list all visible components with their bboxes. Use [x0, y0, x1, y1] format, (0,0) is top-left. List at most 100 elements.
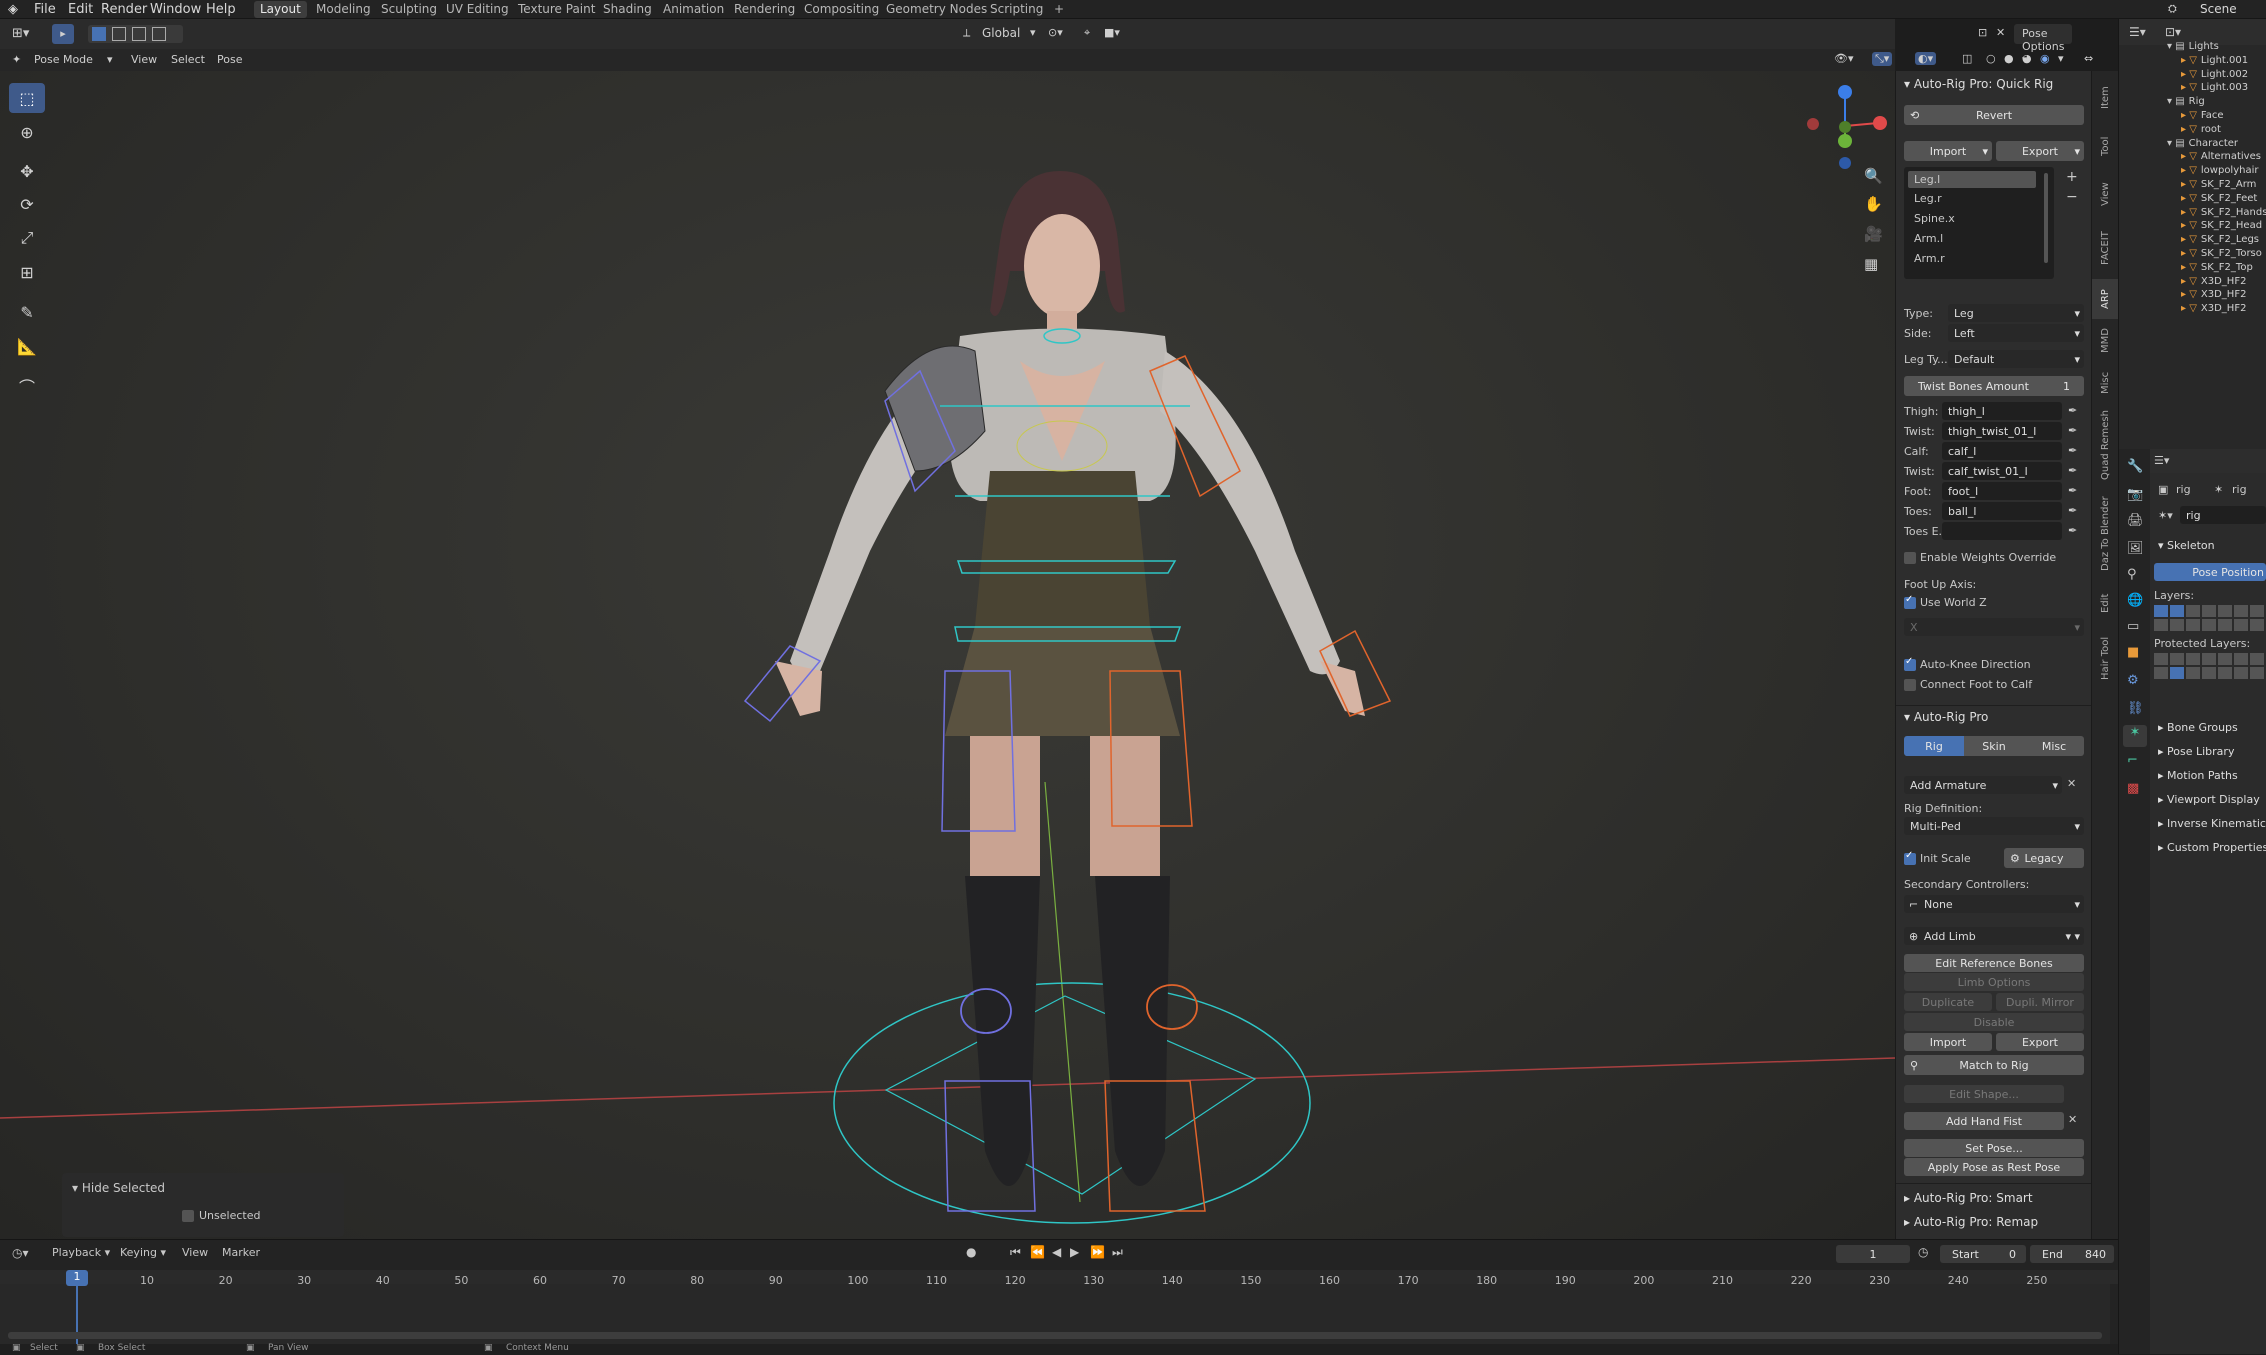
output-properties-icon[interactable]: 🖨: [2127, 513, 2144, 528]
tab-mmd[interactable]: MMD: [2092, 321, 2119, 361]
rig-definition-dropdown[interactable]: Multi-Ped ▾: [1904, 817, 2084, 835]
tab-arp[interactable]: ARP: [2092, 279, 2119, 319]
limb-import-button[interactable]: Import: [1904, 1033, 1992, 1051]
tab-hair-tool[interactable]: Hair Tool: [2092, 625, 2119, 691]
eyedropper-icon[interactable]: ✒: [2068, 504, 2082, 518]
constraint-properties-icon[interactable]: ⛓: [2127, 701, 2144, 716]
subtract-selection-icon[interactable]: [132, 27, 146, 41]
preview-range-icon[interactable]: ◷: [1918, 1245, 1928, 1259]
blender-logo-icon[interactable]: ◈: [8, 2, 18, 17]
outliner-row[interactable]: ▸ ▽ X3D_HF2: [2181, 303, 2246, 316]
duplicate-button[interactable]: Duplicate: [1904, 993, 1992, 1011]
menu-keying[interactable]: Keying ▾: [120, 1246, 166, 1259]
close-icon[interactable]: ✕: [1996, 26, 2005, 39]
jump-end-icon[interactable]: ⏭: [1112, 1245, 1123, 1260]
menu-view[interactable]: View: [131, 53, 157, 66]
gizmo-toggle-icon[interactable]: ⤡▾: [1872, 52, 1893, 66]
pose-library-panel[interactable]: ▸ Pose Library: [2158, 745, 2234, 758]
bone-size-tool-icon[interactable]: ⌒: [9, 371, 45, 401]
limb-list[interactable]: Leg.l Leg.r Spine.x Arm.l Arm.r: [1904, 167, 2054, 279]
eyedropper-icon[interactable]: ✒: [2068, 464, 2082, 478]
outliner-row[interactable]: ▸ ▽ Light.001: [2181, 55, 2248, 68]
bone-groups-panel[interactable]: ▸ Bone Groups: [2158, 721, 2238, 734]
outliner-row[interactable]: ▸ ▽ Alternatives: [2181, 151, 2261, 164]
x-axis-handle[interactable]: [1873, 116, 1887, 130]
play-icon[interactable]: ▶: [1070, 1245, 1079, 1259]
editor-type-icon[interactable]: ☰▾: [2129, 25, 2146, 39]
outliner-row[interactable]: ▸ ▽ SK_F2_Head: [2181, 220, 2262, 233]
limb-options-button[interactable]: Limb Options: [1904, 973, 2084, 991]
toes-end-bone-field[interactable]: [1942, 522, 2062, 540]
xray-icon[interactable]: ◫: [1962, 52, 1972, 65]
tab-sculpting[interactable]: Sculpting: [375, 1, 443, 18]
extend-selection-icon[interactable]: [112, 27, 126, 41]
set-selection-icon[interactable]: [92, 27, 106, 41]
init-scale-checkbox[interactable]: [1904, 850, 1916, 865]
transform-tool-icon[interactable]: ⊞: [9, 257, 45, 287]
outliner-row[interactable]: ▸ ▽ SK_F2_Top: [2181, 262, 2253, 275]
add-hand-fist-button[interactable]: Add Hand Fist: [1904, 1112, 2064, 1130]
tab-view[interactable]: View: [2092, 171, 2119, 217]
menu-edit[interactable]: Edit: [68, 2, 93, 17]
eyedropper-icon[interactable]: ✒: [2068, 484, 2082, 498]
tab-edit[interactable]: Edit: [2092, 583, 2119, 623]
layer-toggle[interactable]: [2170, 667, 2184, 679]
annotate-tool-icon[interactable]: ✎: [9, 297, 45, 327]
menu-view[interactable]: View: [182, 1246, 208, 1259]
editor-type-icon[interactable]: ◷▾: [12, 1246, 29, 1260]
end-frame-field[interactable]: End 840: [2030, 1245, 2114, 1263]
twist-bones-amount-field[interactable]: Twist Bones Amount 1: [1904, 376, 2084, 396]
selection-modes-group[interactable]: [88, 25, 183, 43]
tool-properties-icon[interactable]: 🔧: [2127, 459, 2143, 474]
list-item[interactable]: Leg.r: [1914, 192, 1942, 205]
navigation-gizmo[interactable]: [1800, 81, 1890, 171]
editor-type-icon[interactable]: ⊞▾: [12, 26, 29, 41]
outliner-row[interactable]: ▸ ▽ Face: [2181, 110, 2224, 123]
invert-selection-icon[interactable]: [152, 27, 166, 41]
menu-marker[interactable]: Marker: [222, 1246, 260, 1259]
outliner-row[interactable]: ▾ ▤ Lights: [2167, 41, 2219, 54]
collection-properties-icon[interactable]: ▭: [2127, 619, 2139, 634]
outliner-row[interactable]: ▸ ▽ X3D_HF2: [2181, 276, 2246, 289]
grid-icon[interactable]: ▦: [1864, 255, 1878, 273]
connect-foot-checkbox[interactable]: [1904, 679, 1916, 691]
playhead[interactable]: 1: [66, 1270, 88, 1286]
tab-misc-side[interactable]: Misc: [2092, 363, 2119, 403]
layer-toggles[interactable]: [2154, 619, 2266, 631]
tab-texture-paint[interactable]: Texture Paint: [512, 1, 601, 18]
record-icon[interactable]: ●: [966, 1245, 976, 1259]
protected-layers-grid[interactable]: [2154, 653, 2266, 679]
neg-y-axis-handle[interactable]: [1839, 121, 1851, 133]
next-keyframe-icon[interactable]: ⏩: [1090, 1245, 1105, 1259]
secondary-controllers-dropdown[interactable]: ⌐ None ▾: [1904, 895, 2084, 913]
3d-viewport[interactable]: ⬚ ⊕ ✥ ⟳ ⤢ ⊞ ✎ 📐 ⌒ 🔍 ✋ 🎥 ▦ ▾ Hide Selecte…: [0, 71, 1895, 1239]
texture-properties-icon[interactable]: ▩: [2127, 781, 2139, 796]
visibility-icon[interactable]: 👁▾: [1834, 52, 1854, 65]
menu-file[interactable]: File: [34, 2, 56, 17]
edit-shape-button[interactable]: Edit Shape...: [1904, 1085, 2064, 1103]
add-item-icon[interactable]: +: [2066, 169, 2078, 185]
snap-icon[interactable]: ⌖: [1084, 26, 1090, 40]
toes-bone-field[interactable]: ball_l: [1942, 502, 2062, 520]
disable-button[interactable]: Disable: [1904, 1013, 2084, 1031]
scene-properties-icon[interactable]: ⚲: [2127, 567, 2137, 582]
solid-shading-icon[interactable]: ●: [2004, 52, 2014, 65]
add-armature-dropdown[interactable]: Add Armature ▾: [1904, 776, 2062, 794]
menu-select[interactable]: Select: [171, 53, 205, 66]
gizmo-icon[interactable]: ⊡: [1978, 26, 1987, 39]
scene-name[interactable]: Scene: [2200, 2, 2237, 16]
data-name-field[interactable]: rig: [2180, 506, 2266, 524]
current-frame-field[interactable]: 1: [1836, 1245, 1910, 1263]
proportional-edit-icon[interactable]: ■▾: [1104, 26, 1120, 39]
overlay-toggle-icon[interactable]: ◐▾: [1915, 52, 1937, 65]
outliner-row[interactable]: ▸ ▽ root: [2181, 124, 2221, 137]
tab-daz-to-blender[interactable]: Daz To Blender: [2092, 487, 2119, 581]
tab-geometry-nodes[interactable]: Geometry Nodes: [880, 1, 993, 18]
scale-tool-icon[interactable]: ⤢: [9, 223, 45, 253]
outliner-row[interactable]: ▸ ▽ SK_F2_Feet: [2181, 193, 2257, 206]
outliner-row[interactable]: ▸ ▽ SK_F2_Legs: [2181, 234, 2259, 247]
quickrig-import-button[interactable]: Import ▾: [1904, 141, 1992, 161]
modifier-properties-icon[interactable]: ⚙: [2127, 673, 2139, 688]
bone-properties-icon[interactable]: ⌐: [2127, 753, 2138, 768]
eyedropper-icon[interactable]: ✒: [2068, 444, 2082, 458]
